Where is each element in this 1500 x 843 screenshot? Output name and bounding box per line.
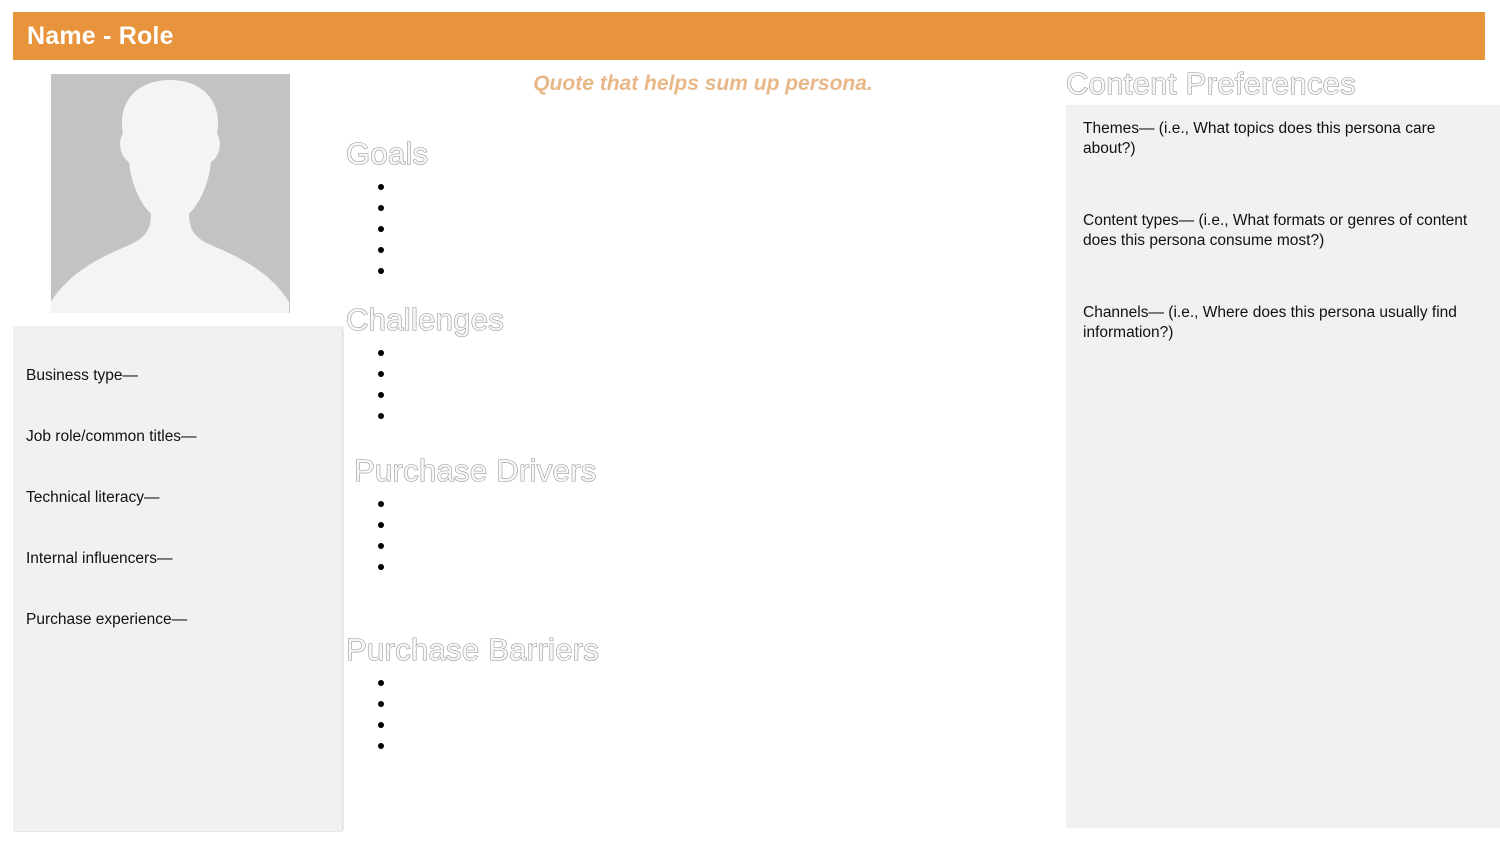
section-heading-purchase-drivers: Purchase Drivers [353, 453, 597, 488]
field-technical-literacy: Technical literacy— [26, 489, 160, 506]
page-title: Name - Role [27, 21, 174, 50]
pref-item-channels: Channels— (i.e., Where does this persona… [1083, 304, 1457, 341]
section-heading-purchase-barriers: Purchase Barriers [345, 632, 600, 667]
center-column: Quote that helps sum up persona. Goals C… [344, 60, 1060, 843]
persona-attributes-panel: Business type— Job role/common titles— T… [13, 326, 343, 832]
person-placeholder-icon [51, 74, 290, 313]
pref-item-themes: Themes— (i.e., What topics does this per… [1083, 120, 1436, 157]
avatar [51, 74, 290, 313]
section-heading-content-preferences: Content Preferences [1065, 66, 1357, 101]
field-job-role: Job role/common titles— [26, 428, 197, 445]
field-purchase-experience: Purchase experience— [26, 611, 188, 628]
right-column: Content Preferences Themes— (i.e., What … [1060, 60, 1500, 843]
field-business-type: Business type— [26, 367, 138, 384]
section-heading-goals: Goals [345, 136, 429, 171]
section-heading-challenges: Challenges [345, 302, 505, 337]
pref-item-content-types: Content types— (i.e., What formats or ge… [1083, 212, 1468, 249]
left-column: Business type— Job role/common titles— T… [0, 60, 344, 843]
field-internal-influencers: Internal influencers— [26, 550, 173, 567]
content-preferences-panel: Themes— (i.e., What topics does this per… [1066, 105, 1500, 828]
persona-header-bar: Name - Role [13, 12, 1485, 60]
persona-quote: Quote that helps sum up persona. [533, 72, 873, 95]
